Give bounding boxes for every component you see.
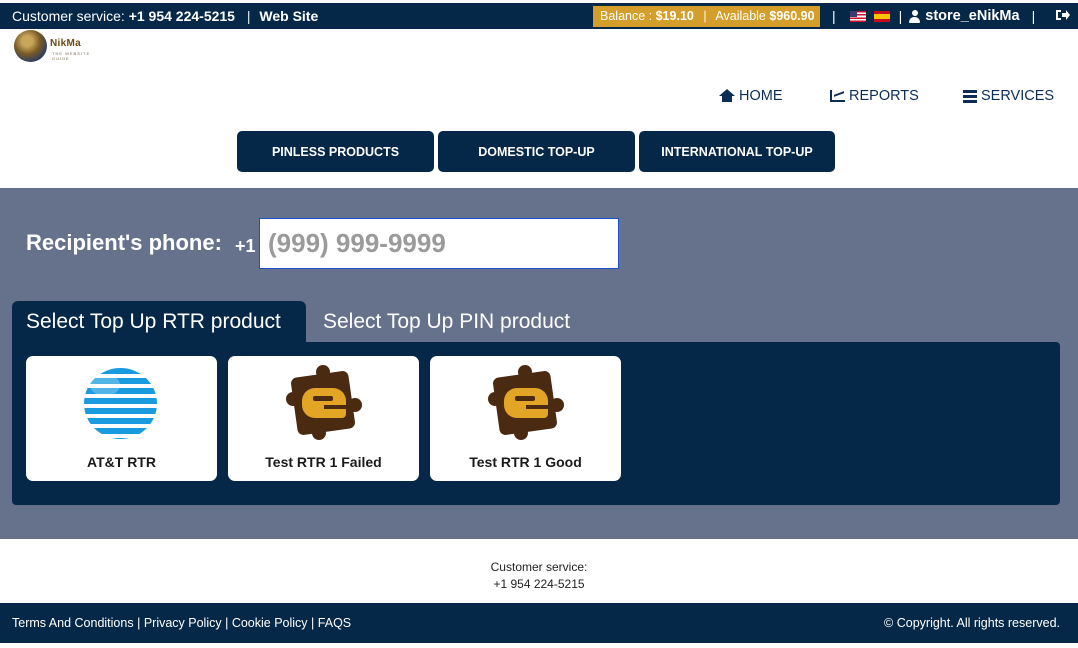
logo-tagline: THE WEBSITE GUIDE <box>52 51 91 61</box>
footer-bar: Terms And Conditions | Privacy Policy | … <box>0 603 1078 643</box>
footer-links: Terms And Conditions | Privacy Policy | … <box>12 616 351 630</box>
nav-reports[interactable]: REPORTS <box>830 88 919 104</box>
site-logo[interactable]: NikMa THE WEBSITE GUIDE <box>14 30 109 62</box>
logo-word: NikMa <box>50 38 81 49</box>
link-separator: | <box>225 616 229 630</box>
tab-international-top-up[interactable]: INTERNATIONAL TOP-UP <box>639 131 835 172</box>
top-bar: Customer service: +1 954 224-5215 | Web … <box>0 3 1078 29</box>
product-card-test-rtr-failed[interactable]: Test RTR 1 Failed <box>228 356 419 481</box>
customer-service-phone[interactable]: +1 954 224-5215 <box>129 8 235 24</box>
tab-select-rtr-product[interactable]: Select Top Up RTR product <box>12 301 306 342</box>
balance-label: Balance : <box>600 9 653 23</box>
separator: | <box>1031 8 1036 24</box>
logout-icon[interactable] <box>1056 8 1071 24</box>
faqs-link[interactable]: FAQS <box>318 616 351 630</box>
link-separator: | <box>137 616 141 630</box>
separator: | <box>898 8 903 24</box>
cookie-policy-link[interactable]: Cookie Policy <box>232 616 308 630</box>
balance-badge: Balance : $19.10 | Available $960.90 <box>593 6 820 27</box>
server-icon <box>963 89 977 103</box>
link-separator: | <box>311 616 315 630</box>
home-icon <box>719 89 735 103</box>
available-value: $960.90 <box>769 9 815 23</box>
separator: | <box>832 8 836 24</box>
att-globe-icon <box>84 368 157 439</box>
balance-value: $19.10 <box>655 9 694 23</box>
customer-service-label: Customer service: <box>12 8 125 24</box>
product-card-name: AT&T RTR <box>87 454 156 470</box>
username-link[interactable]: store_eNikMa <box>925 8 1019 24</box>
chart-line-icon <box>830 90 845 102</box>
privacy-policy-link[interactable]: Privacy Policy <box>144 616 222 630</box>
nav-reports-label: REPORTS <box>849 88 919 104</box>
balance-separator: | <box>703 9 707 23</box>
tab-pinless-products[interactable]: PINLESS PRODUCTS <box>237 131 434 172</box>
product-card-test-rtr-good[interactable]: Test RTR 1 Good <box>430 356 621 481</box>
product-card-name: Test RTR 1 Failed <box>265 454 382 470</box>
product-card-att-rtr[interactable]: AT&T RTR <box>26 356 217 481</box>
product-card-name: Test RTR 1 Good <box>469 454 582 470</box>
footer-cs-label: Customer service: <box>490 560 588 574</box>
footer-customer-service: Customer service: +1 954 224-5215 <box>0 559 1078 593</box>
footer-cs-phone[interactable]: +1 954 224-5215 <box>0 576 1078 593</box>
es-flag-icon[interactable] <box>873 10 890 22</box>
country-code-prefix: +1 <box>235 236 256 256</box>
recipient-phone-label: Recipient's phone: <box>26 230 222 255</box>
product-panel: AT&T RTR Test RTR 1 Failed Test RTR 1 Go… <box>12 342 1060 505</box>
user-icon <box>909 9 921 23</box>
customer-service-info: Customer service: +1 954 224-5215 | Web … <box>12 8 318 24</box>
available-label: Available <box>715 9 766 23</box>
enikma-puzzle-icon <box>488 365 564 440</box>
copyright-text: © Copyright. All rights reserved. <box>884 616 1060 630</box>
topup-main-section: Recipient's phone: +1 Select Top Up RTR … <box>0 188 1078 539</box>
logo-globe-icon <box>14 30 47 62</box>
website-link[interactable]: Web Site <box>259 8 318 24</box>
nav-services-label: SERVICES <box>981 88 1055 104</box>
enikma-puzzle-icon <box>286 365 362 440</box>
us-flag-icon[interactable] <box>849 10 866 22</box>
separator: | <box>246 8 251 24</box>
tab-domestic-top-up[interactable]: DOMESTIC TOP-UP <box>438 131 635 172</box>
nav-home[interactable]: HOME <box>719 88 783 104</box>
nav-services[interactable]: SERVICES <box>963 88 1054 104</box>
nav-home-label: HOME <box>739 88 783 104</box>
account-controls: | | store_eNikMa | <box>832 7 1071 25</box>
terms-link[interactable]: Terms And Conditions <box>12 616 134 630</box>
tab-select-pin-product[interactable]: Select Top Up PIN product <box>323 301 570 342</box>
recipient-phone-input[interactable] <box>259 218 619 269</box>
